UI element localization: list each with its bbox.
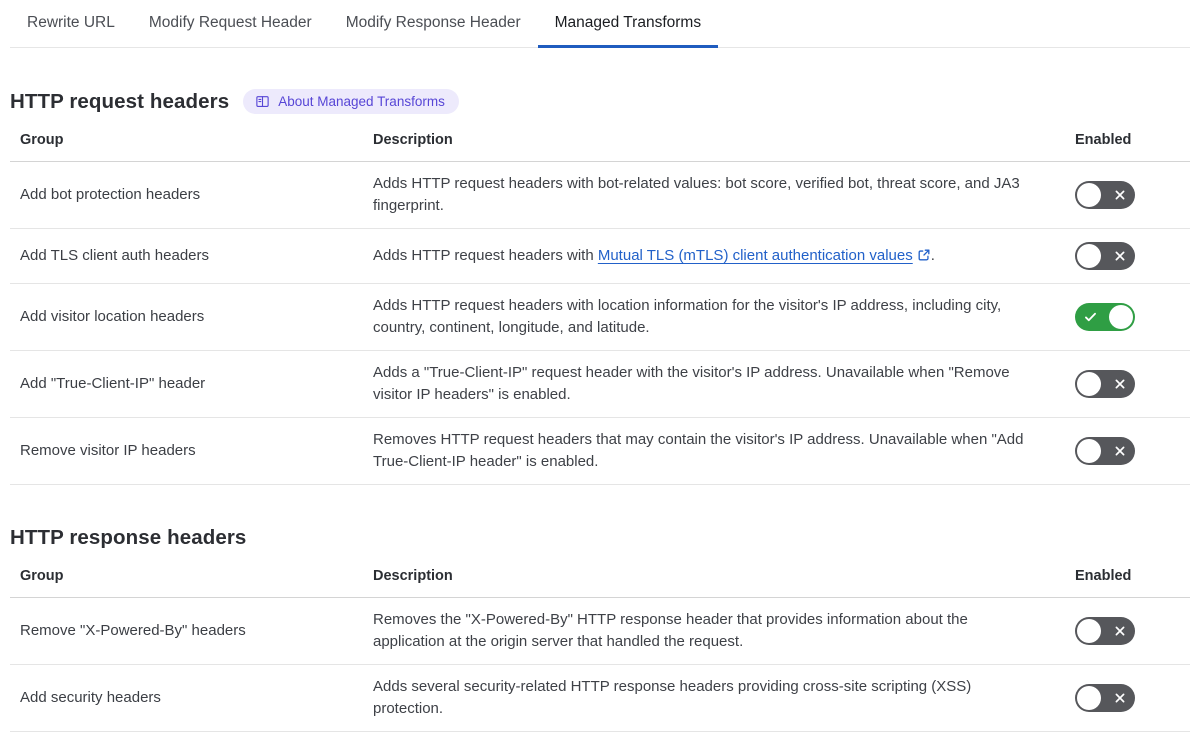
x-icon: [1114, 378, 1126, 390]
description-cell: Adds HTTP request headers with location …: [363, 283, 1065, 351]
description-cell: Adds a "True-Client-IP" request header w…: [363, 350, 1065, 418]
x-icon: [1114, 625, 1126, 637]
toggle-knob: [1077, 439, 1101, 463]
toggle-remove-x-powered-by-headers[interactable]: [1075, 617, 1135, 645]
description-cell: Removes the "X-Powered-By" HTTP response…: [363, 597, 1065, 665]
column-header-group: Group: [10, 558, 363, 598]
enabled-cell: [1065, 228, 1190, 284]
section-title-response: HTTP response headers: [10, 526, 247, 549]
book-icon: [255, 94, 270, 109]
column-header-enabled: Enabled: [1065, 558, 1190, 598]
about-managed-transforms-badge[interactable]: About Managed Transforms: [243, 89, 459, 114]
enabled-cell: [1065, 664, 1190, 732]
toggle-knob: [1077, 183, 1101, 207]
table-row: Add bot protection headers Adds HTTP requ…: [10, 161, 1190, 229]
group-cell: Remove visitor IP headers: [10, 417, 363, 485]
table-row: Add security headers Adds several securit…: [10, 664, 1190, 732]
column-header-group: Group: [10, 122, 363, 162]
x-icon: [1114, 445, 1126, 457]
tab-modify-request-header[interactable]: Modify Request Header: [132, 0, 329, 48]
tab-rewrite-url[interactable]: Rewrite URL: [10, 0, 132, 48]
table-row: Add visitor location headers Adds HTTP re…: [10, 283, 1190, 351]
toggle-knob: [1109, 305, 1133, 329]
toggle-add-bot-protection-headers[interactable]: [1075, 181, 1135, 209]
column-header-enabled: Enabled: [1065, 122, 1190, 162]
external-link-icon[interactable]: [917, 248, 931, 262]
description-cell: Adds HTTP request headers with Mutual TL…: [363, 228, 1065, 284]
table-header-row: Group Description Enabled: [10, 558, 1190, 598]
response-headers-section-head: HTTP response headers: [10, 526, 1190, 550]
description-cell: Adds HTTP request headers with bot-relat…: [363, 161, 1065, 229]
group-cell: Remove "X-Powered-By" headers: [10, 597, 363, 665]
group-cell: Add bot protection headers: [10, 161, 363, 229]
x-icon: [1114, 189, 1126, 201]
check-icon: [1084, 311, 1097, 324]
description-cell: Removes HTTP request headers that may co…: [363, 417, 1065, 485]
page-title: HTTP request headers: [10, 89, 230, 113]
enabled-cell: [1065, 597, 1190, 665]
x-icon: [1114, 692, 1126, 704]
tab-bar: Rewrite URL Modify Request Header Modify R…: [10, 0, 1190, 48]
table-row: Add TLS client auth headers Adds HTTP req…: [10, 228, 1190, 284]
mtls-docs-link[interactable]: Mutual TLS (mTLS) client authentication …: [598, 247, 913, 264]
x-icon: [1114, 250, 1126, 262]
enabled-cell: [1065, 350, 1190, 418]
table-row: Remove visitor IP headers Removes HTTP re…: [10, 417, 1190, 485]
badge-label: About Managed Transforms: [278, 93, 445, 109]
toggle-knob: [1077, 372, 1101, 396]
toggle-knob: [1077, 619, 1101, 643]
tab-modify-response-header[interactable]: Modify Response Header: [329, 0, 538, 48]
enabled-cell: [1065, 417, 1190, 485]
table-header-row: Group Description Enabled: [10, 122, 1190, 162]
toggle-add-tls-client-auth-headers[interactable]: [1075, 242, 1135, 270]
group-cell: Add "True-Client-IP" header: [10, 350, 363, 418]
toggle-knob: [1077, 686, 1101, 710]
request-headers-table: Group Description Enabled Add bot protec…: [10, 122, 1190, 485]
tab-managed-transforms[interactable]: Managed Transforms: [537, 0, 719, 48]
request-headers-section-head: HTTP request headers About Managed Trans…: [10, 89, 1190, 114]
column-header-description: Description: [363, 558, 1065, 598]
toggle-add-true-client-ip-header[interactable]: [1075, 370, 1135, 398]
group-cell: Add visitor location headers: [10, 283, 363, 351]
toggle-add-visitor-location-headers[interactable]: [1075, 303, 1135, 331]
response-headers-table: Group Description Enabled Remove "X-Powe…: [10, 558, 1190, 732]
column-header-description: Description: [363, 122, 1065, 162]
toggle-add-security-headers[interactable]: [1075, 684, 1135, 712]
toggle-knob: [1077, 244, 1101, 268]
toggle-remove-visitor-ip-headers[interactable]: [1075, 437, 1135, 465]
table-row: Add "True-Client-IP" header Adds a "True-…: [10, 350, 1190, 418]
description-cell: Adds several security-related HTTP respo…: [363, 664, 1065, 732]
table-row: Remove "X-Powered-By" headers Removes the…: [10, 597, 1190, 665]
group-cell: Add TLS client auth headers: [10, 228, 363, 284]
enabled-cell: [1065, 161, 1190, 229]
enabled-cell: [1065, 283, 1190, 351]
group-cell: Add security headers: [10, 664, 363, 732]
